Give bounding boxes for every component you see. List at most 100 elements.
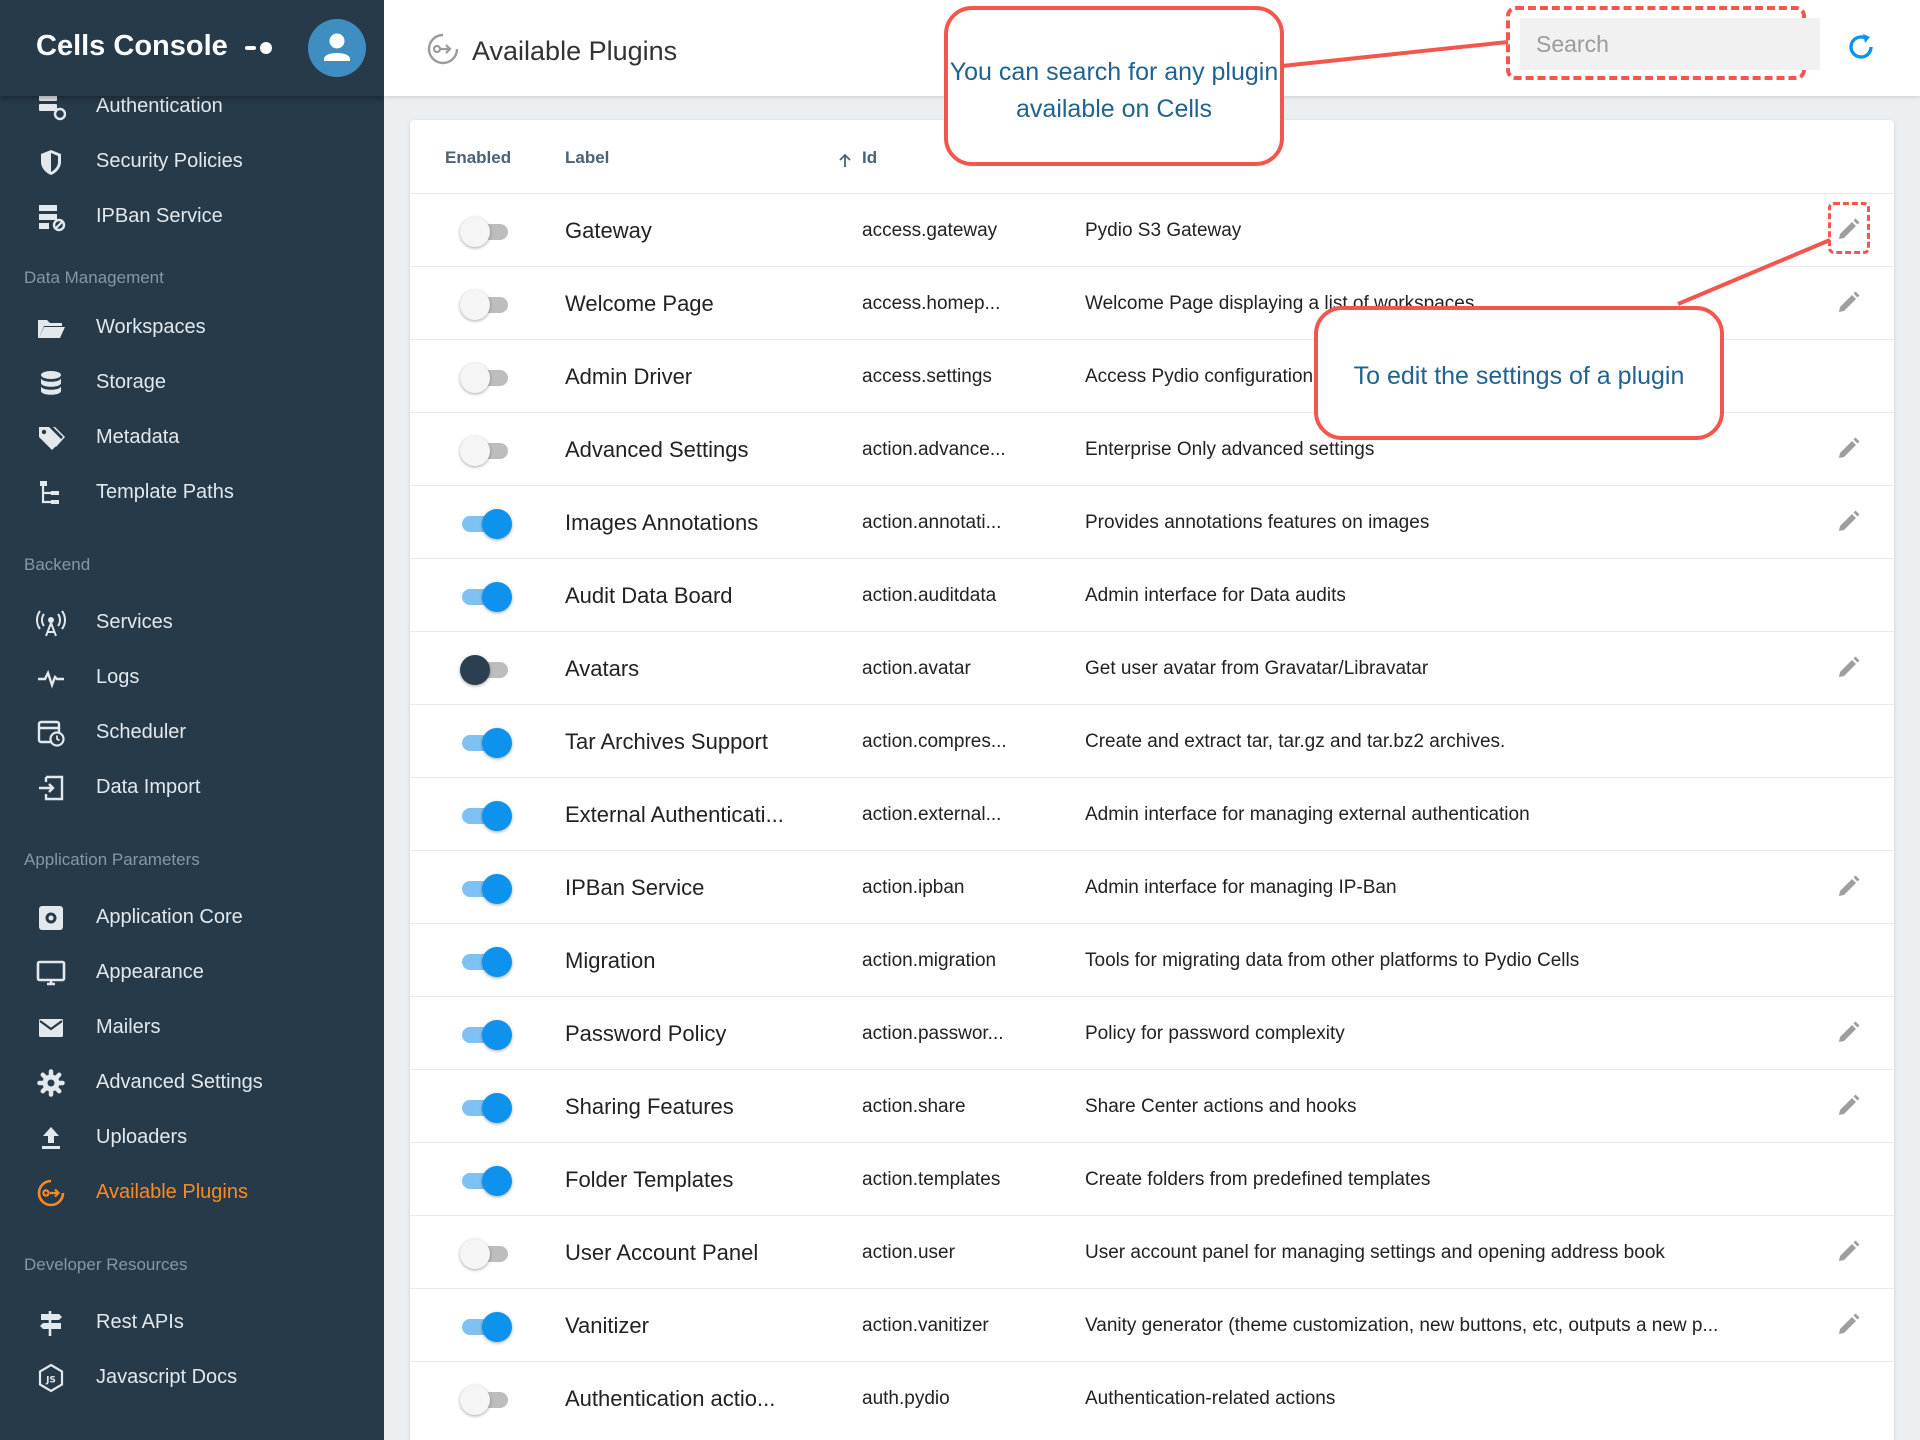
enabled-toggle[interactable]	[460, 1238, 512, 1269]
calendar-clock-icon	[37, 720, 65, 747]
plugin-description: Admin interface for managing IP-Ban	[1085, 877, 1397, 898]
enabled-toggle[interactable]	[460, 581, 512, 612]
column-header-label[interactable]: Label	[565, 148, 609, 168]
enabled-toggle[interactable]	[460, 800, 512, 831]
edit-pencil-icon[interactable]	[1834, 1311, 1862, 1339]
table-row[interactable]: External Authenticati... action.external.…	[410, 777, 1894, 850]
column-header-enabled[interactable]: Enabled	[445, 148, 511, 168]
sidebar-item-available-plugins[interactable]: Available Plugins	[0, 1166, 384, 1222]
enabled-toggle[interactable]	[460, 873, 512, 904]
plugin-label: Folder Templates	[565, 1167, 734, 1192]
plugin-description: Access Pydio configuration	[1085, 366, 1314, 387]
edit-pencil-icon[interactable]	[1834, 435, 1862, 463]
sidebar-item-label: Metadata	[96, 426, 180, 448]
enabled-toggle[interactable]	[460, 1311, 512, 1342]
sidebar-item-appearance[interactable]: Appearance	[0, 946, 384, 1002]
table-row[interactable]: IPBan Service action.ipban Admin interface…	[410, 850, 1894, 923]
plugin-icon	[37, 1179, 65, 1207]
table-row[interactable]: Avatars action.avatar Get user avatar from…	[410, 631, 1894, 704]
plugin-id: action.avatar	[862, 658, 971, 679]
shield-icon	[41, 150, 61, 175]
enabled-toggle[interactable]	[460, 508, 512, 539]
sidebar: Authentication Security Policies IPBan Ser…	[0, 0, 384, 1440]
plugin-id: action.share	[862, 1096, 966, 1117]
edit-pencil-icon[interactable]	[1834, 1019, 1862, 1047]
edit-pencil-icon[interactable]	[1834, 654, 1862, 682]
table-row[interactable]: Audit Data Board action.auditdata Admin in…	[410, 558, 1894, 631]
table-row[interactable]: Folder Templates action.templates Create f…	[410, 1142, 1894, 1215]
nodejs-icon: JS	[38, 1363, 64, 1393]
sidebar-item-label: Logs	[96, 666, 140, 688]
table-row[interactable]: Sharing Features action.share Share Center…	[410, 1069, 1894, 1142]
sidebar-item-storage[interactable]: Storage	[0, 356, 384, 412]
plugin-id: access.settings	[862, 366, 992, 387]
tags-icon	[39, 427, 65, 450]
sidebar-item-advanced-settings[interactable]: Advanced Settings	[0, 1056, 384, 1112]
sidebar-item-uploaders[interactable]: Uploaders	[0, 1111, 384, 1167]
table-row[interactable]: Migration action.migration Tools for migra…	[410, 923, 1894, 996]
sidebar-item-label: Services	[96, 611, 173, 633]
sidebar-item-workspaces[interactable]: Workspaces	[0, 301, 384, 357]
sidebar-item-label: Authentication	[96, 95, 223, 117]
edit-pencil-icon[interactable]	[1834, 1238, 1862, 1266]
enabled-toggle[interactable]	[460, 1019, 512, 1050]
plugin-label: Sharing Features	[565, 1094, 734, 1119]
sort-ascending-icon[interactable]	[838, 152, 852, 168]
plugin-id: action.vanitizer	[862, 1315, 989, 1336]
table-row[interactable]: Tar Archives Support action.compres... Cre…	[410, 704, 1894, 777]
sidebar-item-application-core[interactable]: Application Core	[0, 891, 384, 947]
plugin-label: Welcome Page	[565, 291, 714, 316]
table-row[interactable]: Gateway access.gateway Pydio S3 Gateway	[410, 193, 1894, 266]
table-row[interactable]: Authentication actio... auth.pydio Authent…	[410, 1361, 1894, 1434]
pulse-icon	[38, 669, 64, 689]
enabled-toggle[interactable]	[460, 289, 512, 320]
sidebar-item-label: Mailers	[96, 1016, 161, 1038]
sidebar-item-services[interactable]: Services	[0, 596, 384, 652]
table-row[interactable]: Images Annotations action.annotati... Prov…	[410, 485, 1894, 558]
sidebar-item-rest-apis[interactable]: Rest APIs	[0, 1296, 384, 1352]
plugin-description: Provides annotations features on images	[1085, 512, 1430, 533]
edit-pencil-icon[interactable]	[1834, 508, 1862, 536]
enabled-toggle[interactable]	[460, 216, 512, 247]
search-input[interactable]	[1520, 18, 1820, 70]
sidebar-item-logs[interactable]: Logs	[0, 651, 384, 707]
sidebar-toggle-icon[interactable]	[244, 35, 274, 61]
table-row[interactable]: User Account Panel action.user User accoun…	[410, 1215, 1894, 1288]
sidebar-item-javascript-docs[interactable]: JS Javascript Docs	[0, 1351, 384, 1407]
sidebar-item-data-import[interactable]: Data Import	[0, 761, 384, 817]
search-callout: You can search for any plugin available …	[944, 6, 1284, 166]
sidebar-item-security-policies[interactable]: Security Policies	[0, 135, 384, 191]
sidebar-item-scheduler[interactable]: Scheduler	[0, 706, 384, 762]
sidebar-section-heading: Application Parameters	[24, 850, 200, 869]
enabled-toggle[interactable]	[460, 1384, 512, 1415]
plugin-description: User account panel for managing settings…	[1085, 1242, 1665, 1263]
sidebar-item-template-paths[interactable]: Template Paths	[0, 466, 384, 522]
plugin-description: Vanity generator (theme customization, n…	[1085, 1315, 1719, 1336]
table-row[interactable]: Password Policy action.passwor... Policy f…	[410, 996, 1894, 1069]
plugin-description: Admin interface for managing external au…	[1085, 804, 1530, 825]
sidebar-item-label: Available Plugins	[96, 1181, 248, 1203]
edit-pencil-icon[interactable]	[1834, 873, 1862, 901]
user-icon	[324, 33, 350, 61]
authentication-icon	[39, 94, 66, 121]
enabled-toggle[interactable]	[460, 1092, 512, 1123]
user-avatar[interactable]	[308, 19, 366, 77]
plugin-label: User Account Panel	[565, 1240, 759, 1265]
edit-pencil-icon[interactable]	[1834, 1092, 1862, 1120]
monitor-icon	[36, 960, 66, 986]
enabled-toggle[interactable]	[460, 654, 512, 685]
column-header-id[interactable]: Id	[862, 148, 877, 168]
plugin-description: Authentication-related actions	[1085, 1388, 1336, 1409]
enabled-toggle[interactable]	[460, 362, 512, 393]
enabled-toggle[interactable]	[460, 435, 512, 466]
enabled-toggle[interactable]	[460, 946, 512, 977]
sidebar-item-metadata[interactable]: Metadata	[0, 411, 384, 467]
edit-pencil-icon[interactable]	[1834, 289, 1862, 317]
sidebar-item-label: Application Core	[96, 906, 243, 928]
enabled-toggle[interactable]	[460, 1165, 512, 1196]
sidebar-item-mailers[interactable]: Mailers	[0, 1001, 384, 1057]
enabled-toggle[interactable]	[460, 727, 512, 758]
table-row[interactable]: Vanitizer action.vanitizer Vanity generato…	[410, 1288, 1894, 1361]
sidebar-item-ipban-service[interactable]: IPBan Service	[0, 190, 384, 246]
refresh-icon[interactable]	[1844, 30, 1878, 64]
